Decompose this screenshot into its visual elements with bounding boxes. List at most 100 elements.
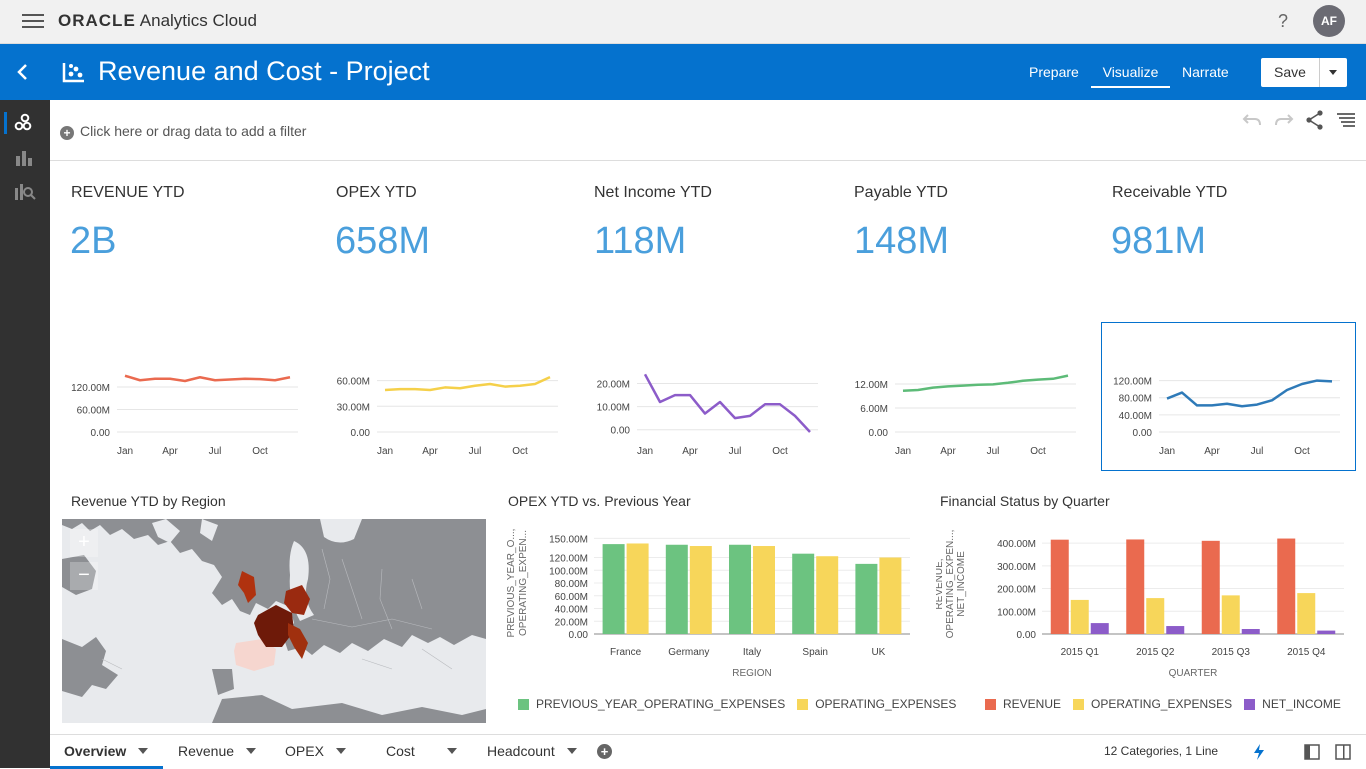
y-tick-label: 0.00 — [91, 428, 111, 439]
legend-label: OPERATING_EXPENSES — [815, 697, 957, 711]
tab-visualize[interactable]: Visualize — [1091, 64, 1170, 88]
auto-apply-icon[interactable] — [1251, 743, 1267, 761]
series-line — [643, 373, 811, 433]
tab-narrate[interactable]: Narrate — [1182, 64, 1229, 86]
y-tick-label: 100.00M — [549, 566, 588, 577]
add-filter-label: Click here or drag data to add a filter — [80, 123, 307, 139]
financial-chart-legend: REVENUE OPERATING_EXPENSES NET_INCOME — [985, 697, 1353, 711]
x-tick-label: Apr — [1204, 446, 1220, 457]
save-menu-chevron-down-icon[interactable] — [1320, 58, 1347, 87]
series-line — [1166, 379, 1333, 408]
legend-item[interactable]: PREVIOUS_YEAR_OPERATING_EXPENSES — [518, 697, 785, 711]
page-title: Revenue and Cost - Project — [98, 56, 430, 86]
project-header: Revenue and Cost - Project Prepare Visua… — [0, 44, 1366, 100]
y-tick-label: 0.00 — [611, 426, 631, 437]
legend-item[interactable]: REVENUE — [985, 697, 1061, 711]
add-canvas-icon[interactable]: + — [597, 744, 612, 759]
y-tick-label: 6.00M — [860, 404, 888, 415]
analytics-panel-button[interactable] — [0, 173, 50, 209]
data-panel-button[interactable] — [0, 104, 50, 140]
x-tick-label: France — [610, 647, 642, 658]
series-line — [124, 374, 291, 383]
undo-icon[interactable] — [1242, 110, 1264, 130]
payable-trend-chart[interactable]: 0.00 6.00M 12.00M Jan Apr Jul Oct — [840, 360, 1090, 460]
net-income-trend-chart[interactable]: 0.00 10.00M 20.00M Jan Apr Jul Oct — [582, 360, 832, 460]
canvas-tab-cost[interactable]: Cost — [386, 735, 457, 769]
canvas-tab-opex[interactable]: OPEX — [285, 735, 346, 769]
chevron-down-icon[interactable] — [138, 748, 149, 754]
left-rail — [0, 100, 50, 768]
legend-swatch — [1073, 698, 1085, 710]
map-zoom-in-button[interactable]: + — [70, 529, 98, 557]
y-tick-label: 40.00M — [555, 605, 588, 616]
tab-prepare[interactable]: Prepare — [1029, 64, 1079, 86]
legend-item[interactable]: OPERATING_EXPENSES — [797, 697, 956, 711]
chevron-down-icon[interactable] — [335, 748, 346, 754]
canvas-tab-revenue[interactable]: Revenue — [178, 735, 257, 769]
share-icon[interactable] — [1304, 110, 1326, 130]
opex-chart-legend: PREVIOUS_YEAR_OPERATING_EXPENSES OPERATI… — [518, 697, 968, 711]
europe-map — [62, 519, 486, 723]
canvas-tab-label: Revenue — [178, 743, 235, 759]
revenue-trend-chart[interactable]: 0.00 60.00M 120.00M Jan Apr Jul Oct — [62, 360, 312, 460]
chevron-left-icon — [17, 64, 27, 80]
bar — [753, 546, 775, 634]
series-line — [902, 374, 1069, 393]
y-tick-label: 0.00 — [1017, 630, 1037, 641]
bar — [1166, 626, 1185, 634]
visualizations-panel-button[interactable] — [0, 139, 50, 175]
bar — [1297, 593, 1316, 634]
y-tick-label: 12.00M — [855, 380, 888, 391]
opex-trend-chart[interactable]: 0.00 30.00M 60.00M Jan Apr Jul Oct — [322, 360, 572, 460]
avatar[interactable]: AF — [1313, 5, 1345, 37]
region-map[interactable]: + − — [62, 519, 486, 723]
bar — [626, 543, 649, 634]
help-icon[interactable]: ? — [1278, 11, 1288, 32]
x-tick-label: 2015 Q2 — [1136, 647, 1175, 658]
chevron-down-icon[interactable] — [566, 748, 577, 754]
canvas-tab-headcount[interactable]: Headcount — [487, 735, 577, 769]
x-tick-label: Jul — [209, 446, 222, 457]
financial-status-by-quarter-chart[interactable]: 0.00 100.00M 200.00M 300.00M 400.00M 2015 Q1 2… — [936, 518, 1356, 686]
canvas-tab-overview[interactable]: Overview — [50, 735, 163, 769]
bar — [792, 553, 815, 634]
x-tick-label: Oct — [252, 446, 268, 457]
redo-icon[interactable] — [1272, 110, 1294, 130]
x-tick-label: Italy — [743, 647, 761, 658]
bar — [1317, 630, 1336, 634]
x-tick-label: Apr — [682, 446, 698, 457]
bar — [729, 544, 751, 634]
bar — [665, 544, 688, 634]
legend-item[interactable]: OPERATING_EXPENSES — [1073, 697, 1232, 711]
add-filter-button[interactable]: + Click here or drag data to add a filter — [60, 123, 306, 140]
product-name: Analytics Cloud — [139, 11, 257, 30]
back-button[interactable] — [0, 44, 46, 100]
x-tick-label: 2015 Q4 — [1287, 647, 1326, 658]
map-zoom-out-button[interactable]: − — [70, 562, 98, 590]
opex-vs-previous-year-chart[interactable]: 0.00 20.00M40.00M 60.00M 80.00M 100.00M120.0… — [504, 518, 920, 686]
y-tick-label: 300.00M — [997, 562, 1036, 573]
layout-left-icon[interactable] — [1304, 744, 1320, 760]
chevron-down-icon[interactable] — [446, 748, 457, 754]
x-tick-label: Jul — [987, 446, 1000, 457]
save-button[interactable]: Save — [1261, 58, 1320, 87]
y-tick-label: 0.00 — [351, 428, 371, 439]
y-tick-label: 120.00M — [71, 383, 110, 394]
x-tick-label: Jan — [637, 446, 653, 457]
x-tick-label: 2015 Q1 — [1061, 647, 1100, 658]
y-tick-label: 0.00 — [569, 630, 589, 641]
legend-item[interactable]: NET_INCOME — [1244, 697, 1341, 711]
x-tick-label: Apr — [940, 446, 956, 457]
chevron-down-icon[interactable] — [246, 748, 257, 754]
x-tick-label: Oct — [1030, 446, 1046, 457]
status-text: 12 Categories, 1 Line — [1104, 744, 1219, 758]
map-title: Revenue YTD by Region — [71, 493, 226, 509]
y-tick-label: 60.00M — [337, 377, 370, 388]
menu-lines-icon[interactable] — [1335, 110, 1357, 130]
layout-right-icon[interactable] — [1335, 744, 1351, 760]
kpi-title-net-income: Net Income YTD — [594, 184, 712, 201]
oracle-logo: ORACLE — [58, 11, 136, 30]
receivable-trend-chart[interactable]: 0.00 40.00M 80.00M 120.00M Jan Apr Jul Oct — [1104, 360, 1354, 460]
hamburger-menu-icon[interactable] — [22, 14, 44, 28]
y-tick-label: 80.00M — [1119, 394, 1152, 405]
